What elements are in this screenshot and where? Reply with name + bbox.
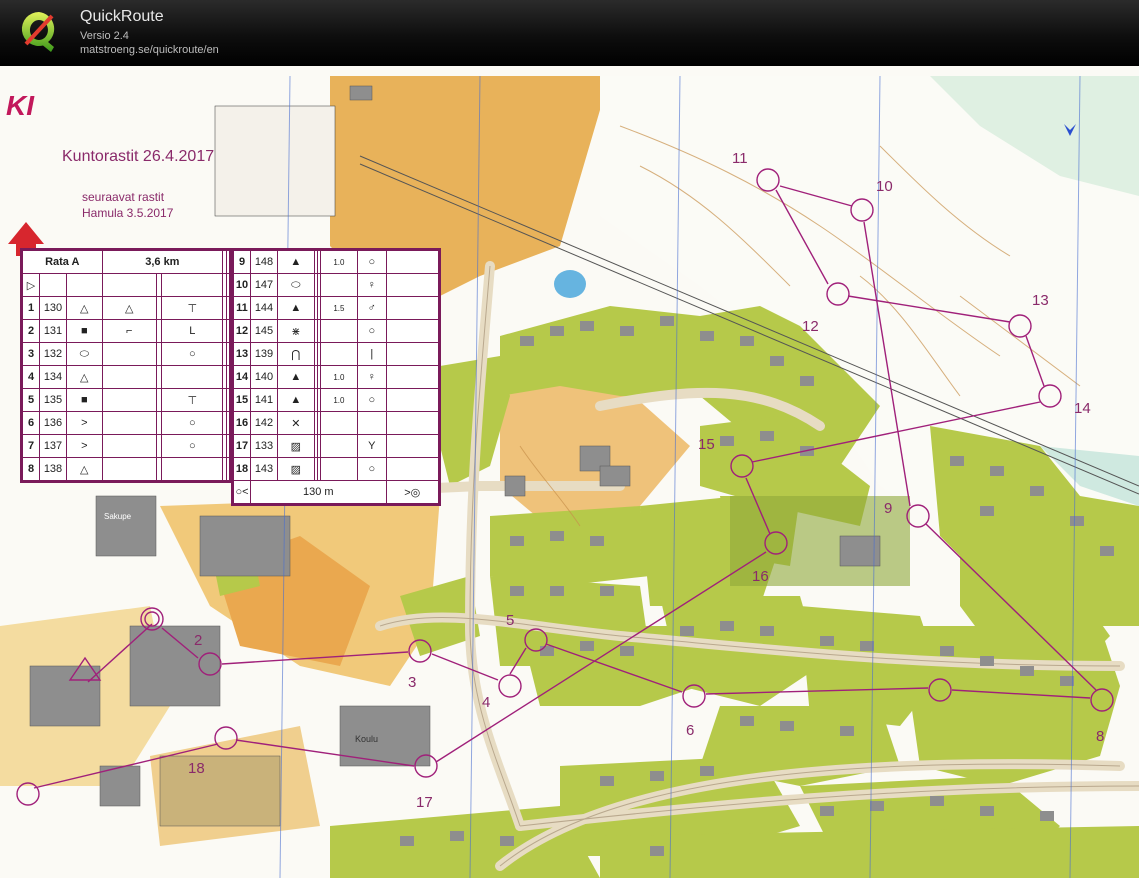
control-row: 10 147 ⬭ ♀ (233, 273, 440, 297)
course-length: 3,6 km (101, 250, 224, 274)
finish-funnel-icon: ○< (233, 480, 251, 504)
control-row: 11 144 ▲ 1.5 ♂ (233, 296, 440, 320)
control-row: 16 142 ✕ (233, 411, 440, 435)
control-row: 14 140 ▲ 1.0 ♀ (233, 365, 440, 389)
title-bar: QuickRoute Versio 2.4 matstroeng.se/quic… (0, 0, 1139, 66)
app-url[interactable]: matstroeng.se/quickroute/en (80, 44, 219, 56)
control-row: 13 139 ⋂ | (233, 342, 440, 366)
control-label-6: 6 (686, 722, 695, 739)
control-row: 5 135 ■ ⊤ (22, 388, 231, 412)
event-title: Kuntorastit 26.4.2017 (62, 148, 215, 165)
control-label-13: 13 (1032, 292, 1049, 309)
control-label-11: 11 (732, 150, 748, 167)
control-row: 17 133 ▨ Y (233, 434, 440, 458)
finish-row: ○< 130 m >◎ (233, 480, 440, 504)
app-name: QuickRoute (80, 8, 164, 25)
control-label-14: 14 (1074, 400, 1091, 417)
control-row: 3 132 ⬭ ○ (22, 342, 231, 366)
club-logo-text: KI (6, 90, 34, 121)
start-icon: ▷ (22, 273, 40, 297)
control-row: 12 145 ⋇ ○ (233, 319, 440, 343)
control-row: 18 143 ▨ ○ (233, 457, 440, 481)
next-event: Hamula 3.5.2017 (82, 206, 174, 220)
control-row: 9 148 ▲ 1.0 ○ (233, 250, 440, 274)
control-label-12: 12 (802, 318, 819, 335)
control-label-8: 8 (1096, 728, 1105, 745)
area-label: Sakupe (104, 512, 132, 521)
next-events-label: seuraavat rastit (82, 190, 165, 204)
control-row: 15 141 ▲ 1.0 ○ (233, 388, 440, 412)
finish-distance: 130 m (250, 480, 387, 504)
control-row: 6 136 > ○ (22, 411, 231, 435)
control-row: 7 137 > ○ (22, 434, 231, 458)
course-name: Rata A (22, 250, 103, 274)
control-label-9: 9 (884, 500, 893, 517)
control-row: 2 131 ■ ⌐ L (22, 319, 231, 343)
control-label-4: 4 (482, 694, 491, 711)
control-row: 1 130 △ △ ⊤ (22, 296, 231, 320)
finish-icon: >◎ (385, 480, 440, 504)
orienteering-map[interactable]: KI Kuntorastit 26.4.2017 seuraavat rasti… (0, 66, 1139, 878)
control-description-right: 9 148 ▲ 1.0 ○ 10 147 ⬭ ♀ 11 144 ▲ 1.5 ♂ 12 145… (231, 248, 441, 506)
control-label-17: 17 (416, 794, 433, 811)
control-description-left: Rata A 3,6 km ▷ 1 130 △ △ ⊤ 2 131 ■ ⌐ L 3 132… (20, 248, 232, 483)
control-label-3: 3 (408, 674, 417, 691)
quickroute-logo-icon (21, 11, 55, 53)
control-row: 8 138 △ (22, 457, 231, 481)
control-label-5: 5 (506, 612, 515, 629)
control-label-18: 18 (188, 760, 205, 777)
school-label: Koulu (355, 734, 379, 744)
control-row: 4 134 △ (22, 365, 231, 389)
control-label-10: 10 (876, 178, 893, 195)
control-label-15: 15 (698, 436, 715, 453)
control-label-16: 16 (752, 568, 769, 585)
app-version: Versio 2.4 (80, 30, 129, 42)
control-label-1: 2 (194, 632, 203, 649)
